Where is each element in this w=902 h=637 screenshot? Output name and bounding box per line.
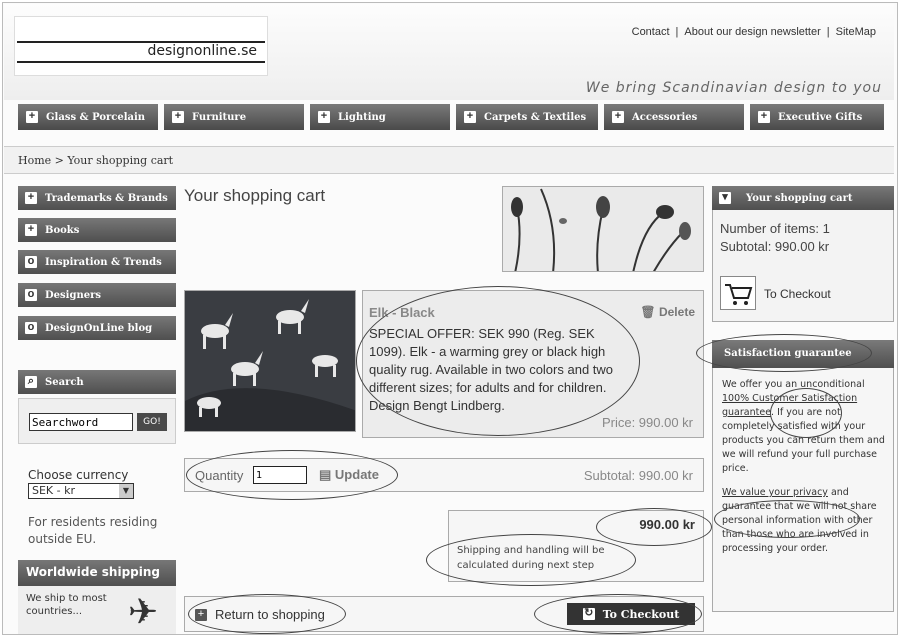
nav-accessories[interactable]: + Accessories (604, 104, 744, 130)
search-icon: ⌕ (25, 376, 37, 388)
return-label: Return to shopping (215, 607, 325, 622)
quantity-bar: Quantity ▤ Update Subtotal: 990.00 kr (184, 458, 704, 492)
trash-icon: 🗑 (640, 305, 656, 319)
logo-line-bottom (17, 61, 265, 63)
nav-label: Lighting (338, 111, 386, 123)
plus-icon: + (758, 111, 770, 123)
nav-label: Executive Gifts (778, 111, 863, 123)
sidebar-item-label: Designers (45, 289, 101, 301)
update-button[interactable]: ▤ Update (319, 467, 379, 483)
shipping-title[interactable]: Worldwide shipping (18, 560, 176, 586)
delete-label: Delete (658, 305, 695, 319)
residents-note: For residents residing outside EU. (28, 515, 158, 546)
product-image[interactable] (184, 290, 356, 432)
newsletter-link[interactable]: About our design newsletter (678, 26, 826, 38)
banner-image (502, 186, 704, 272)
plus-icon: + (25, 224, 37, 236)
search-panel: GO! (18, 398, 176, 444)
circle-icon: o (25, 256, 37, 268)
product-description: SPECIAL OFFER: SEK 990 (Reg. SEK 1099). … (369, 326, 614, 413)
cart-item-count: Number of items: 1 (720, 221, 830, 236)
sitemap-link[interactable]: SiteMap (830, 26, 882, 38)
quantity-input[interactable] (253, 466, 307, 484)
nav-furniture[interactable]: + Furniture (164, 104, 304, 130)
nav-carpets[interactable]: + Carpets & Textiles (456, 104, 598, 130)
product-price: Price: 990.00 kr (601, 415, 693, 430)
plus-icon: + (172, 111, 184, 123)
checkout-icon: ↻ (582, 607, 595, 620)
checkout-button[interactable]: ↻ To Checkout (567, 603, 695, 625)
sidebar-item-label: Books (45, 224, 80, 236)
nav-label: Furniture (192, 111, 247, 123)
nav-lighting[interactable]: + Lighting (310, 104, 450, 130)
guarantee-title: Satisfaction guarantee (712, 340, 894, 368)
contact-link[interactable]: Contact (626, 26, 676, 38)
guarantee-intro: We offer you an unconditional (722, 379, 865, 390)
privacy-link[interactable]: We value your privacy (722, 487, 828, 498)
site-logo[interactable]: designonline.se (14, 16, 268, 76)
plus-icon: + (25, 192, 37, 204)
tagline: We bring Scandinavian design to you (585, 80, 882, 96)
sidebar-item-inspiration[interactable]: o Inspiration & Trends (18, 250, 176, 274)
search-title: Search (45, 376, 84, 388)
currency-label: Choose currency (28, 468, 129, 482)
delete-button[interactable]: 🗑 Delete (640, 305, 695, 319)
plus-icon: + (195, 608, 207, 621)
search-go-button[interactable]: GO! (137, 413, 167, 431)
guarantee-text: We offer you an unconditional 100% Custo… (722, 378, 888, 556)
plus-icon: + (26, 111, 38, 123)
checkout-label: To Checkout (602, 607, 680, 621)
shipping-text-label: We ship to most countries... (26, 593, 107, 617)
circle-icon: o (25, 322, 37, 334)
nav-glass[interactable]: + Glass & Porcelain (18, 104, 158, 130)
subtotal-text: Subtotal: 990.00 kr (583, 468, 693, 483)
cart-summary: Number of items: 1 Subtotal: 990.00 kr (720, 220, 830, 256)
total-amount: 990.00 kr (639, 517, 695, 532)
currency-value: SEK - kr (32, 484, 76, 497)
circle-icon: o (25, 289, 37, 301)
total-box: 990.00 kr Shipping and handling will be … (448, 510, 704, 582)
product-details: Elk - Black 🗑 Delete SPECIAL OFFER: SEK … (362, 290, 704, 438)
quantity-label: Quantity (195, 468, 244, 483)
cart-panel-header: ▾ Your shopping cart (712, 186, 894, 210)
nav-label: Carpets & Textiles (484, 111, 587, 123)
top-links: Contact | About our design newsletter | Site… (626, 26, 882, 38)
page-title: Your shopping cart (184, 186, 326, 205)
plus-icon: + (612, 111, 624, 123)
nav-label: Accessories (632, 111, 698, 123)
chevron-down-icon: ▼ (119, 484, 133, 498)
cart-panel-checkout-link[interactable]: To Checkout (764, 287, 831, 301)
sidebar-item-label: Inspiration & Trends (45, 256, 162, 268)
sidebar-item-trademarks[interactable]: + Trademarks & Brands (18, 186, 176, 210)
nav-executive-gifts[interactable]: + Executive Gifts (750, 104, 884, 130)
sidebar-item-books[interactable]: + Books (18, 218, 176, 242)
search-header: ⌕ Search (18, 370, 176, 394)
shipping-note: Shipping and handling will be calculated… (457, 545, 605, 571)
search-input[interactable] (29, 413, 133, 431)
logo-text: designonline.se (147, 43, 257, 59)
cart-panel-title: Your shopping cart (745, 192, 853, 204)
update-icon: ▤ (319, 467, 332, 482)
return-to-shopping-button[interactable]: + Return to shopping (195, 607, 325, 622)
currency-select[interactable]: SEK - kr ▼ (28, 483, 134, 499)
plus-icon: + (318, 111, 330, 123)
sidebar-item-blog[interactable]: o DesignOnLine blog (18, 316, 176, 340)
plus-icon: + (464, 111, 476, 123)
sidebar-item-label: Trademarks & Brands (45, 192, 168, 204)
breadcrumb[interactable]: Home > Your shopping cart (4, 146, 894, 174)
update-label: Update (334, 467, 379, 482)
product-name[interactable]: Elk - Black (369, 305, 435, 320)
action-bar: + Return to shopping ↻ To Checkout (184, 596, 704, 632)
cart-icon[interactable] (720, 276, 756, 310)
sidebar-item-label: DesignOnLine blog (45, 322, 153, 334)
nav-label: Glass & Porcelain (46, 111, 146, 123)
cart-subtotal: Subtotal: 990.00 kr (720, 239, 830, 254)
cart-header-icon: ▾ (719, 192, 731, 204)
sidebar-item-designers[interactable]: o Designers (18, 283, 176, 307)
airplane-icon: ✈ (128, 592, 159, 633)
